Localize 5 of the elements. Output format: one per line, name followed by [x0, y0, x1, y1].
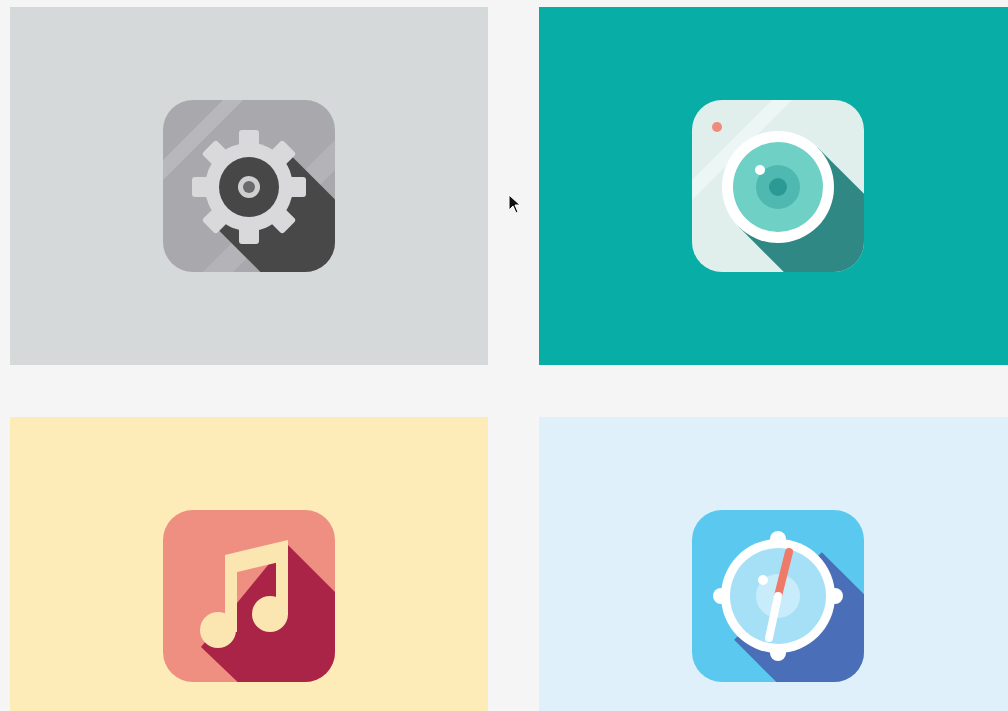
compass-app-icon	[692, 510, 864, 682]
mouse-pointer-icon	[508, 194, 522, 214]
camera-app-icon	[692, 100, 864, 272]
music-note-app-icon	[163, 510, 335, 682]
gear-app-icon	[163, 100, 335, 272]
